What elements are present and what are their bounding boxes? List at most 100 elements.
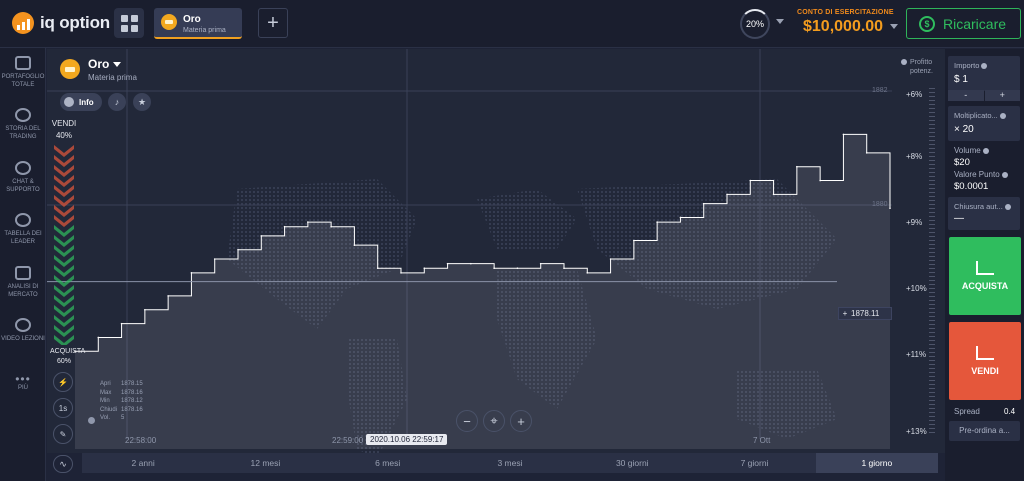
sell-button[interactable]: VENDI [949,322,1021,400]
account-balance[interactable]: $10,000.00 [803,18,883,36]
sidebar-item-videos[interactable]: VIDEO LEZIONI [0,318,46,343]
indicators-icon: ⚡ [58,377,68,387]
price-point [423,267,426,270]
topup-button[interactable]: $ Ricaricare [906,8,1021,39]
profit-percent-ring[interactable]: 20% [740,9,770,39]
increase-button[interactable]: + [984,90,1020,101]
range-3m[interactable]: 3 mesi [449,453,571,473]
profit-tick: +8% [906,152,923,161]
sidebar-item-label: PORTAFOGLIO TOTALE [1,74,45,88]
logo-icon [12,12,34,34]
news-icon [15,266,31,280]
sidebar-item-more[interactable]: ••• PIÙ [0,372,46,392]
range-6m[interactable]: 6 mesi [327,453,449,473]
price-point [446,262,449,265]
range-2y[interactable]: 2 anni [82,453,204,473]
plus-icon: + [842,309,848,318]
auto-close-value[interactable]: — [954,213,964,224]
price-point [493,267,495,270]
sidebar-item-leaderboard[interactable]: TABELLA DEI LEADER [0,213,46,246]
time-range-bar: 2 anni 12 mesi 6 mesi 3 mesi 30 giorni 7… [82,453,938,473]
info-button[interactable]: Info [60,93,102,111]
info-icon [64,97,74,107]
chart-type-button[interactable]: ∿ [53,455,73,473]
sidebar-item-history[interactable]: STORIA DEL TRADING [0,108,46,141]
zoom-out-button[interactable]: − [456,410,478,432]
help-icon[interactable] [88,417,95,424]
buy-button[interactable]: ACQUISTA [949,237,1021,315]
price-point [260,235,263,237]
trade-panel: Importo $ 1 - + Moltiplicato... × 20 Vol… [945,49,1024,481]
amount-field[interactable]: Importo $ 1 [948,56,1020,91]
sidebar-item-chat[interactable]: CHAT & SUPPORTO [0,161,46,194]
zoom-in-button[interactable]: + [510,410,532,432]
sell-sentiment: VENDI 40% [51,119,77,140]
price-point [633,239,635,242]
top-bar: iq option Oro Materia prima + 20% CONTO … [0,0,1024,48]
chevron-down-icon[interactable] [776,19,784,24]
price-point [120,322,123,325]
sell-chevron [54,145,74,157]
sidebar-item-analysis[interactable]: ANALISI DI MERCATO [0,266,46,299]
price-point [539,262,542,265]
add-asset-button[interactable]: + [258,8,288,38]
crosshair-icon: ⌖ [490,413,498,428]
interval-button[interactable]: 1s [53,398,73,418]
alert-bell-button[interactable]: ♪ [108,93,126,111]
multiplier-field[interactable]: Moltiplicato... × 20 [948,106,1020,141]
favorite-button[interactable]: ★ [133,93,151,111]
price-point [586,272,589,274]
price-point [307,221,309,223]
price-point [679,216,682,219]
gold-icon [60,59,80,79]
range-30d[interactable]: 30 giorni [571,453,693,473]
trading-app: iq option Oro Materia prima + 20% CONTO … [0,0,1024,481]
price-tick: 1882 [872,87,888,94]
price-point [796,165,798,168]
draw-button[interactable]: ✎ [53,424,73,444]
price-point [865,152,868,154]
profit-tick: +6% [906,90,923,99]
indicators-button[interactable]: ⚡ [53,372,73,392]
volume-label: Volume [954,146,989,155]
range-12m[interactable]: 12 mesi [204,453,326,473]
sidebar-item-label: STORIA DEL TRADING [5,126,41,140]
price-chart[interactable] [47,49,945,453]
logo[interactable]: iq option [12,12,110,34]
trophy-icon [15,213,31,227]
preorder-button[interactable]: Pre-ordina a... [949,421,1020,441]
current-price-label[interactable]: + 1878.11 [838,307,892,320]
sidebar-item-label: PIÙ [17,385,28,391]
briefcase-icon [15,56,31,70]
asset-name[interactable]: Oro [88,57,122,71]
range-7d[interactable]: 7 giorni [693,453,815,473]
chevron-down-icon[interactable] [890,24,898,29]
more-icon: ••• [15,372,31,386]
range-1d[interactable]: 1 giorno [815,453,938,473]
sidebar-item-portfolio[interactable]: PORTAFOGLIO TOTALE [0,56,46,89]
point-value-label: Valore Punto [954,170,1008,179]
topup-label: Ricaricare [943,15,1007,32]
recenter-button[interactable]: ⌖ [483,410,505,432]
chat-icon [15,161,31,175]
price-point [772,193,775,196]
buy-sentiment: ACQUISTA 60% [50,348,86,365]
price-point [283,225,286,228]
multiplier-value[interactable]: × 20 [954,124,974,135]
price-point [470,262,472,265]
asset-tab[interactable]: Oro Materia prima [154,8,242,39]
caret-down-icon [113,62,122,68]
asset-grid-button[interactable] [114,8,144,38]
auto-close-field[interactable]: Chiusura aut... — [948,197,1020,230]
price-point [889,207,891,210]
amount-input[interactable]: $ 1 [954,74,968,85]
decrease-button[interactable]: - [948,90,984,101]
chart-area[interactable] [47,49,945,453]
sidebar-item-label: TABELLA DEI LEADER [4,231,42,245]
account-label[interactable]: CONTO DI ESERCITAZIONE [797,9,894,16]
sidebar-item-label: VIDEO LEZIONI [1,336,45,342]
sentiment-bar [54,145,74,345]
price-point [516,267,519,270]
spread-label: Spread [954,407,980,416]
price-point [190,272,193,274]
